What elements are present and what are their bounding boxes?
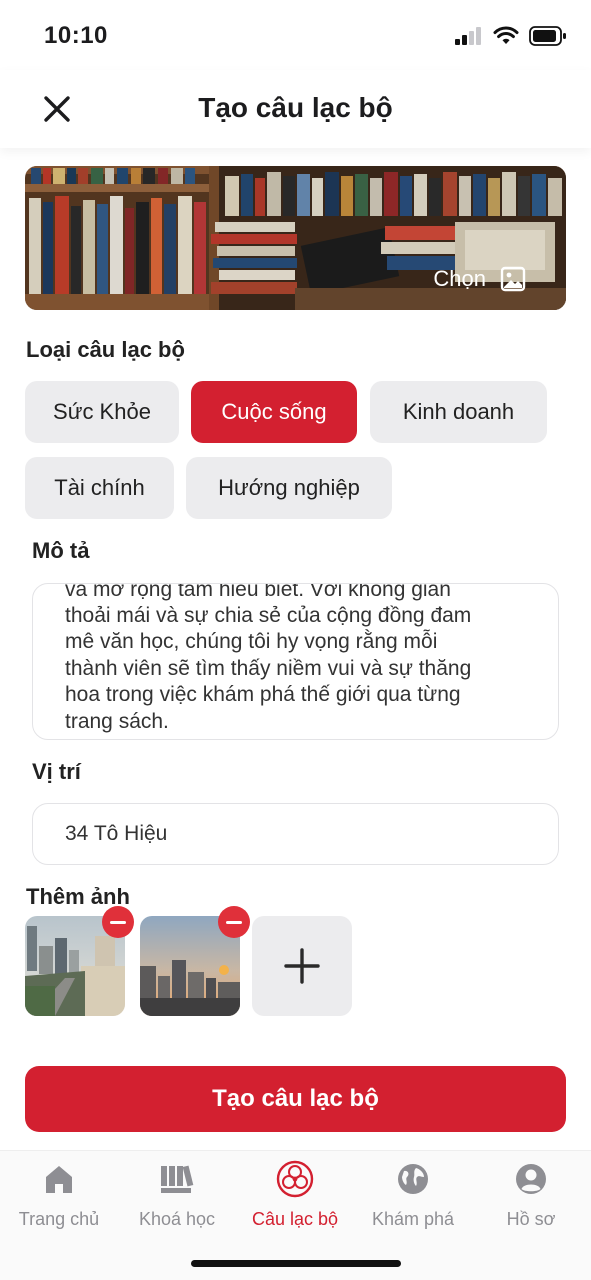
status-icons (455, 26, 567, 46)
tab-home-label: Trang chủ (18, 1209, 100, 1229)
description-line: thành viên sẽ tìm thấy niềm vui và sự th… (65, 656, 472, 680)
chip-kinh-doanh[interactable]: Kinh doanh (370, 381, 547, 443)
description-textarea[interactable]: và mở rộng tầm hiểu biết. Với không gian… (32, 583, 559, 740)
home-indicator (191, 1260, 401, 1267)
cellular-signal-icon (455, 27, 481, 45)
tab-clubs-label: Câu lạc bộ (251, 1209, 339, 1229)
description-line: trang sách. (65, 709, 169, 733)
status-time: 10:10 (44, 22, 108, 49)
tab-courses[interactable]: Khoá học (118, 1159, 236, 1230)
minus-icon (226, 920, 242, 924)
home-icon (46, 1166, 72, 1193)
location-input[interactable]: 34 Tô Hiệu (32, 803, 559, 865)
plus-icon (284, 948, 320, 984)
description-line: thoải mái và sự chia sẻ của cộng đồng đa… (65, 603, 472, 627)
description-line: và mở rộng tầm hiểu biết. Với không gian (65, 583, 451, 601)
club-icon (276, 1160, 314, 1198)
tab-profile[interactable]: Hồ sơ (472, 1159, 590, 1230)
description-line: hoa trong việc khám phá thế giới qua từn… (65, 683, 461, 707)
chip-cuoc-song[interactable]: Cuộc sống (191, 381, 357, 443)
battery-icon (529, 26, 566, 46)
header: Tạo câu lạc bộ (0, 70, 591, 148)
description-line: mê văn học, chúng tôi hy vọng rằng mỗi (65, 630, 438, 654)
description-label: Mô tả (32, 538, 90, 563)
chip-huong-nghiep[interactable]: Hướng nghiệp (186, 457, 392, 519)
tab-profile-label: Hồ sơ (506, 1209, 556, 1229)
chip-tai-chinh[interactable]: Tài chính (25, 457, 174, 519)
tab-clubs[interactable]: Câu lạc bộ (236, 1159, 354, 1230)
description-text: và mở rộng tầm hiểu biết. Với không gian… (65, 583, 534, 735)
create-club-button[interactable]: Tạo câu lạc bộ (25, 1066, 566, 1132)
remove-photo-2-button[interactable] (218, 906, 250, 938)
cover-image[interactable]: Chọn (25, 166, 566, 310)
choose-label: Chọn (433, 266, 486, 291)
tab-explore-label: Khám phá (371, 1209, 455, 1229)
status-bar: 10:10 (0, 0, 591, 70)
chip-suc-khoe[interactable]: Sức Khỏe (25, 381, 179, 443)
add-photo-button[interactable] (252, 916, 352, 1016)
page-title: Tạo câu lạc bộ (198, 92, 393, 123)
tab-explore[interactable]: Khám phá (354, 1159, 472, 1230)
tab-courses-label: Khoá học (138, 1209, 216, 1229)
minus-icon (110, 920, 126, 924)
club-type-label: Loại câu lạc bộ (26, 337, 185, 362)
remove-photo-1-button[interactable] (102, 906, 134, 938)
globe-icon (398, 1164, 428, 1194)
books-icon (161, 1165, 194, 1193)
profile-icon (516, 1164, 546, 1194)
image-icon (500, 266, 526, 292)
location-label: Vị trí (32, 759, 81, 784)
tab-home[interactable]: Trang chủ (0, 1159, 118, 1230)
choose-cover-button[interactable]: Chọn (433, 266, 526, 292)
wifi-icon (493, 26, 519, 44)
